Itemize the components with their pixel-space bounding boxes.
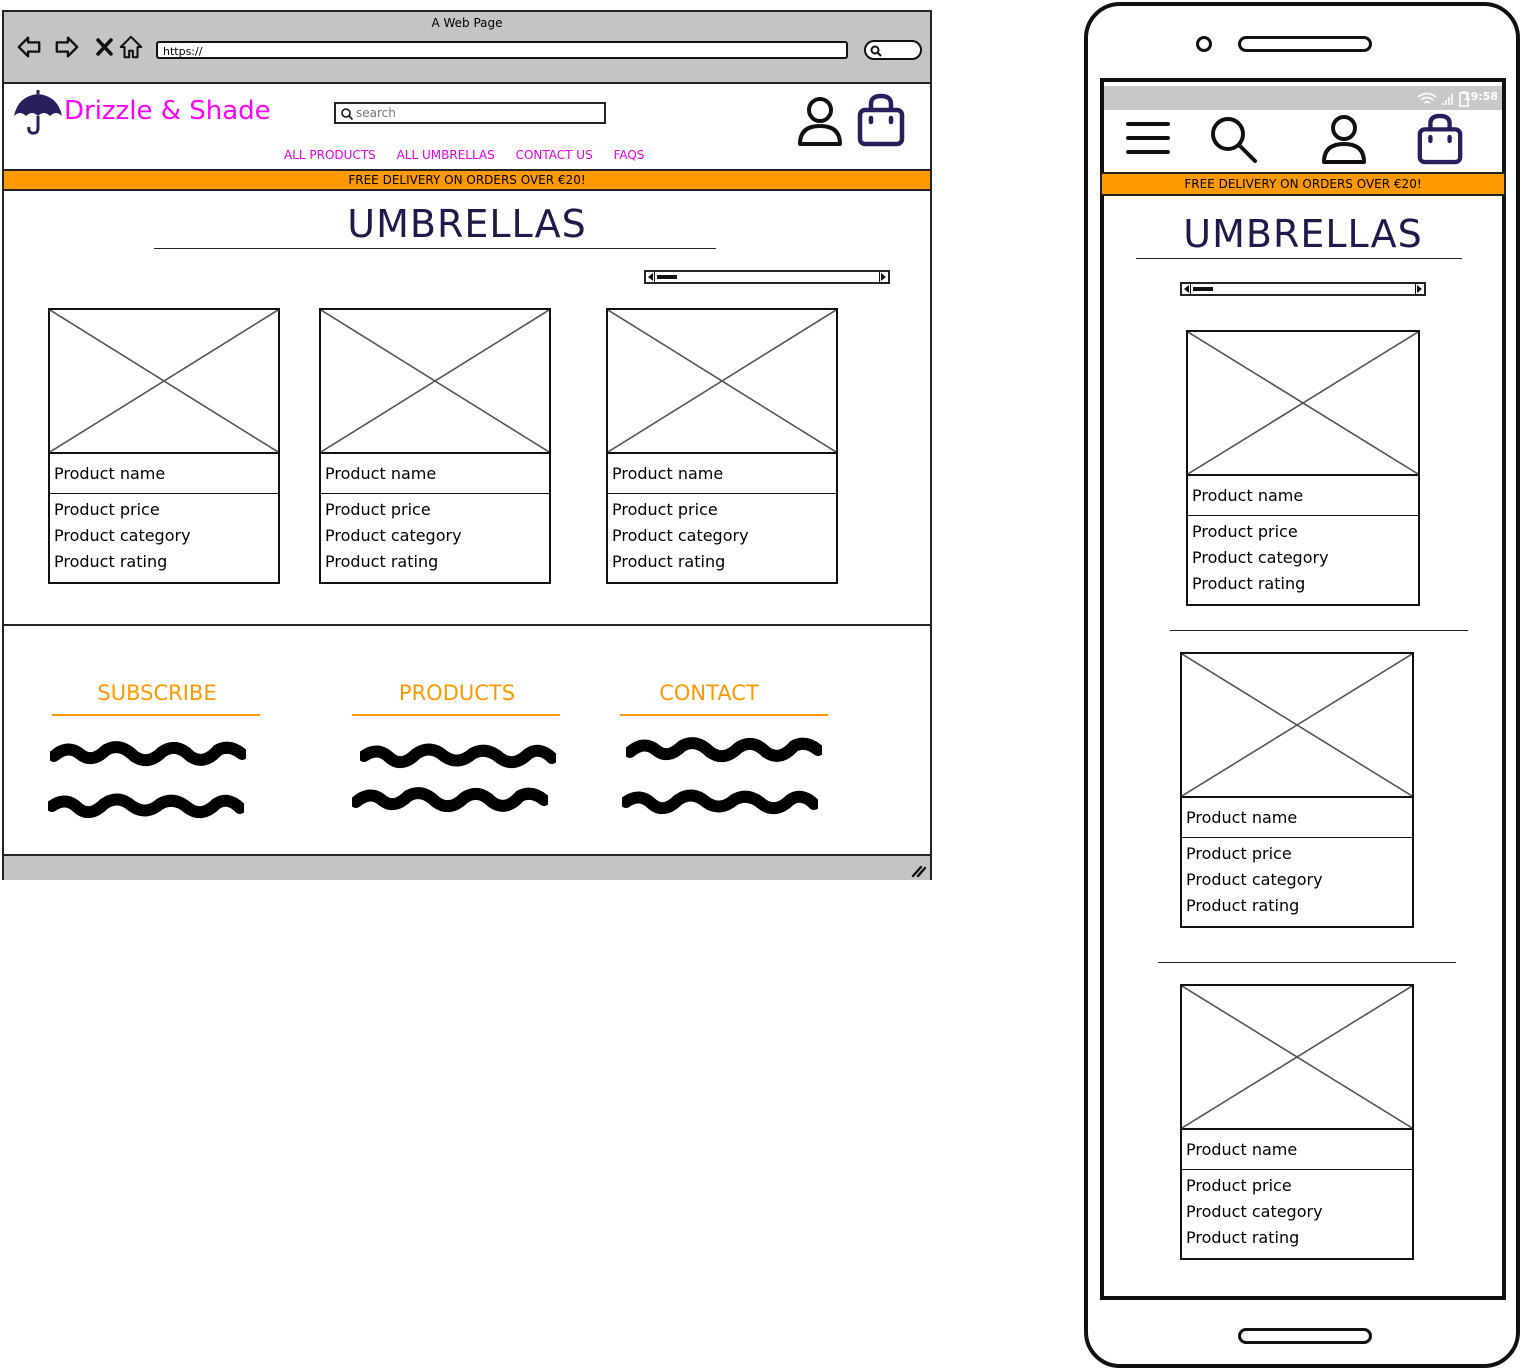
product-separator [1158,962,1456,963]
product-name: Product name [54,464,166,483]
back-arrow-icon[interactable] [16,34,42,60]
footer-text-scribble [360,743,556,769]
product-name: Product name [1186,1140,1298,1159]
product-price: Product price [54,500,160,519]
phone-camera [1196,36,1212,52]
product-category: Product category [1186,1202,1323,1221]
user-icon[interactable] [1320,114,1368,166]
product-card[interactable]: Product name Product price Product categ… [48,308,280,584]
product-image-placeholder [50,310,278,454]
product-rating: Product rating [612,552,726,571]
product-category: Product category [1186,870,1323,889]
search-icon[interactable] [1208,114,1260,166]
forward-arrow-icon[interactable] [54,34,80,60]
nav-faqs[interactable]: FAQS [614,148,645,162]
nav-all-products[interactable]: ALL PRODUCTS [284,148,376,162]
title-underline [154,248,716,249]
product-price: Product price [612,500,718,519]
product-price: Product price [325,500,431,519]
page-title: UMBRELLAS [1183,212,1423,256]
shopping-bag-icon[interactable] [856,92,906,148]
desktop-browser-window: A Web Page https:// Drizzle & Shade sear… [2,10,932,880]
product-price: Product price [1186,1176,1292,1195]
footer-heading-subscribe: SUBSCRIBE [97,681,217,705]
title-underline [1136,258,1462,259]
product-card[interactable]: Product name Product price Product categ… [1186,330,1420,606]
brand-name[interactable]: Drizzle & Shade [64,96,271,126]
search-input[interactable]: search [334,102,606,124]
product-image-placeholder [1182,986,1412,1130]
horizontal-scrollbar[interactable] [1180,282,1426,296]
nav-contact-us[interactable]: CONTACT US [516,148,593,162]
address-search-button[interactable] [864,40,922,60]
product-name: Product name [612,464,724,483]
footer-text-scribble [50,741,246,767]
search-placeholder: search [356,106,396,120]
browser-status-bar [4,854,930,880]
footer-heading-underline [352,714,560,716]
mobile-clock: 19:58 [1462,90,1498,103]
product-name: Product name [1186,808,1298,827]
search-icon [341,108,354,121]
mobile-status-bar: 19:58 [1104,86,1502,110]
product-category: Product category [325,526,462,545]
phone-home-button[interactable] [1238,1328,1372,1344]
product-name: Product name [325,464,437,483]
user-icon[interactable] [796,96,844,148]
product-rating: Product rating [1186,896,1300,915]
product-rating: Product rating [1186,1228,1300,1247]
hamburger-menu-icon[interactable] [1126,118,1170,158]
home-icon[interactable] [118,34,144,60]
footer-heading-underline [620,714,828,716]
product-image-placeholder [608,310,836,454]
main-nav: ALL PRODUCTS ALL UMBRELLAS CONTACT US FA… [284,148,661,162]
resize-grip-icon[interactable] [910,862,926,878]
mobile-screen: 19:58 FREE DELIVERY ON ORDERS OVER €20! … [1100,78,1506,1300]
product-rating: Product rating [325,552,439,571]
wifi-icon [1417,92,1437,104]
browser-chrome: A Web Page https:// [4,12,930,84]
product-name: Product name [1192,486,1304,505]
phone-speaker [1238,36,1372,52]
product-category: Product category [612,526,749,545]
product-category: Product category [1192,548,1329,567]
address-bar[interactable]: https:// [156,41,848,59]
product-card[interactable]: Product name Product price Product categ… [1180,652,1414,928]
product-image-placeholder [321,310,549,454]
product-card[interactable]: Product name Product price Product categ… [606,308,838,584]
product-image-placeholder [1188,332,1418,476]
footer-text-scribble [352,787,548,813]
footer-text-scribble [626,737,822,763]
product-image-placeholder [1182,654,1412,798]
signal-icon [1442,94,1453,105]
product-separator [1170,630,1468,631]
product-card[interactable]: Product name Product price Product categ… [1180,984,1414,1260]
shopping-bag-icon[interactable] [1416,112,1464,166]
product-rating: Product rating [1192,574,1306,593]
delivery-banner: FREE DELIVERY ON ORDERS OVER €20! [2,169,932,191]
search-icon [870,45,882,57]
product-category: Product category [54,526,191,545]
delivery-banner: FREE DELIVERY ON ORDERS OVER €20! [1100,172,1506,196]
footer-text-scribble [622,789,818,815]
product-card[interactable]: Product name Product price Product categ… [319,308,551,584]
window-title: A Web Page [431,16,503,30]
page-title: UMBRELLAS [347,202,587,246]
product-rating: Product rating [54,552,168,571]
footer-heading-contact: CONTACT [659,681,759,705]
nav-all-umbrellas[interactable]: ALL UMBRELLAS [397,148,495,162]
footer-heading-underline [52,714,260,716]
close-icon[interactable] [92,34,118,60]
product-price: Product price [1186,844,1292,863]
horizontal-scrollbar[interactable] [644,270,890,284]
umbrella-logo-icon [14,90,62,135]
footer-text-scribble [48,793,244,819]
mobile-phone-frame: 19:58 FREE DELIVERY ON ORDERS OVER €20! … [1084,2,1520,1368]
footer-divider [4,624,930,626]
footer-heading-products: PRODUCTS [398,681,516,705]
product-price: Product price [1192,522,1298,541]
